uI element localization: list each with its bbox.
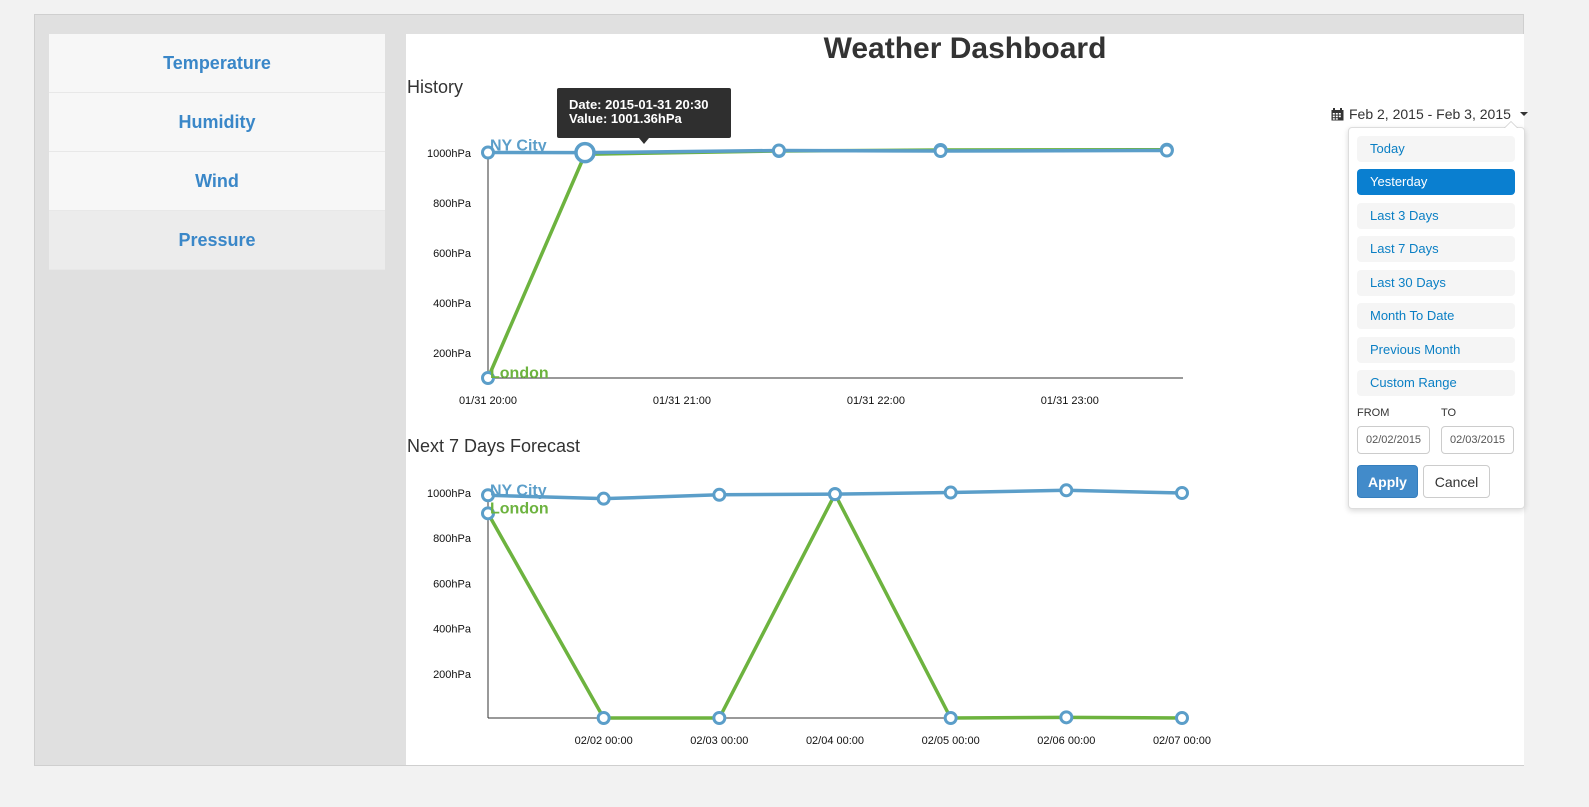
y-tick-label: 800hPa xyxy=(433,533,472,545)
series-label: NY City xyxy=(490,138,547,155)
sidebar-item-humidity[interactable]: Humidity xyxy=(49,93,385,152)
from-label: FROM xyxy=(1357,407,1390,419)
series-line-london xyxy=(486,148,1167,379)
x-tick-label: 01/31 21:00 xyxy=(653,395,711,407)
sidebar-item-temperature[interactable]: Temperature xyxy=(49,34,385,93)
series-line-london xyxy=(486,490,1183,720)
data-point xyxy=(712,487,727,502)
from-date-input[interactable]: 02/02/2015 xyxy=(1357,426,1430,454)
tooltip-value: Value: 1001.36hPa xyxy=(569,111,682,126)
data-point xyxy=(712,711,727,725)
to-label: TO xyxy=(1441,407,1457,419)
x-tick-label: 01/31 23:00 xyxy=(1041,395,1099,407)
x-tick-label: 02/04 00:00 xyxy=(806,735,864,747)
data-point xyxy=(771,143,786,158)
y-tick-label: 400hPa xyxy=(433,624,472,636)
x-tick-label: 02/05 00:00 xyxy=(922,735,980,747)
history-title: History xyxy=(407,77,464,97)
sidebar: Temperature Humidity Wind Pressure xyxy=(49,34,385,270)
data-point xyxy=(574,141,596,164)
y-tick-label: 1000hPa xyxy=(427,488,472,500)
y-tick-label: 600hPa xyxy=(433,248,472,260)
cancel-button[interactable]: Cancel xyxy=(1423,465,1490,498)
series-label: London xyxy=(490,365,549,382)
y-tick-label: 200hPa xyxy=(433,669,472,681)
date-range-picker[interactable]: Feb 2, 2015 - Feb 3, 2015 xyxy=(1331,106,1528,122)
forecast-title: Next 7 Days Forecast xyxy=(407,436,581,456)
range-option-last-30-days[interactable]: Last 30 Days xyxy=(1357,270,1515,296)
sidebar-item-wind[interactable]: Wind xyxy=(49,152,385,211)
range-option-last-7-days[interactable]: Last 7 Days xyxy=(1357,236,1515,262)
data-point xyxy=(1059,483,1074,498)
range-option-previous-month[interactable]: Previous Month xyxy=(1357,337,1515,363)
chart-tooltip: Date: 2015-01-31 20:30 Value: 1001.36hPa xyxy=(557,88,731,144)
x-tick-label: 01/31 22:00 xyxy=(847,395,905,407)
data-point xyxy=(1159,143,1174,158)
data-point xyxy=(943,711,958,725)
data-point xyxy=(596,491,611,506)
data-point xyxy=(1059,710,1074,725)
forecast-chart: 200hPa 400hPa 600hPa 800hPa 1000hPa 02/02 00:… xyxy=(427,482,1211,747)
history-chart: 200hPa 400hPa 600hPa 800hPa 1000hPa 01/31 20:… xyxy=(427,138,1183,407)
date-range-label: Feb 2, 2015 - Feb 3, 2015 xyxy=(1349,106,1511,122)
data-point xyxy=(943,485,958,500)
series-label: London xyxy=(490,500,549,517)
x-tick-label: 02/07 00:00 xyxy=(1153,735,1211,747)
data-point xyxy=(828,487,842,502)
caret-down-icon xyxy=(1519,112,1528,116)
data-point xyxy=(1175,711,1189,725)
range-option-last-3-days[interactable]: Last 3 Days xyxy=(1357,203,1515,229)
apply-button[interactable]: Apply xyxy=(1357,465,1418,498)
data-point xyxy=(596,711,611,725)
calendar-icon xyxy=(1331,107,1344,121)
sidebar-item-pressure[interactable]: Pressure xyxy=(49,211,385,270)
y-tick-label: 800hPa xyxy=(433,198,472,210)
page-title: Weather Dashboard xyxy=(823,32,1107,65)
y-tick-label: 1000hPa xyxy=(427,148,472,160)
x-tick-label: 01/31 20:00 xyxy=(459,395,517,407)
x-tick-label: 02/02 00:00 xyxy=(575,735,633,747)
range-option-custom-range[interactable]: Custom Range xyxy=(1357,370,1515,396)
range-option-yesterday[interactable]: Yesterday xyxy=(1357,169,1515,195)
date-range-dropdown: Today Yesterday Last 3 Days Last 7 Days … xyxy=(1348,121,1525,509)
data-point xyxy=(933,144,948,158)
range-option-month-to-date[interactable]: Month To Date xyxy=(1357,303,1515,329)
data-point xyxy=(1175,486,1189,500)
y-tick-label: 200hPa xyxy=(433,348,472,360)
y-tick-label: 400hPa xyxy=(433,298,472,310)
series-label: NY City xyxy=(490,482,547,499)
to-date-input[interactable]: 02/03/2015 xyxy=(1441,426,1514,454)
y-tick-label: 600hPa xyxy=(433,578,472,590)
tooltip-date: Date: 2015-01-31 20:30 xyxy=(569,97,709,112)
x-tick-label: 02/03 00:00 xyxy=(690,735,748,747)
x-tick-label: 02/06 00:00 xyxy=(1037,735,1095,747)
range-option-today[interactable]: Today xyxy=(1357,136,1515,162)
